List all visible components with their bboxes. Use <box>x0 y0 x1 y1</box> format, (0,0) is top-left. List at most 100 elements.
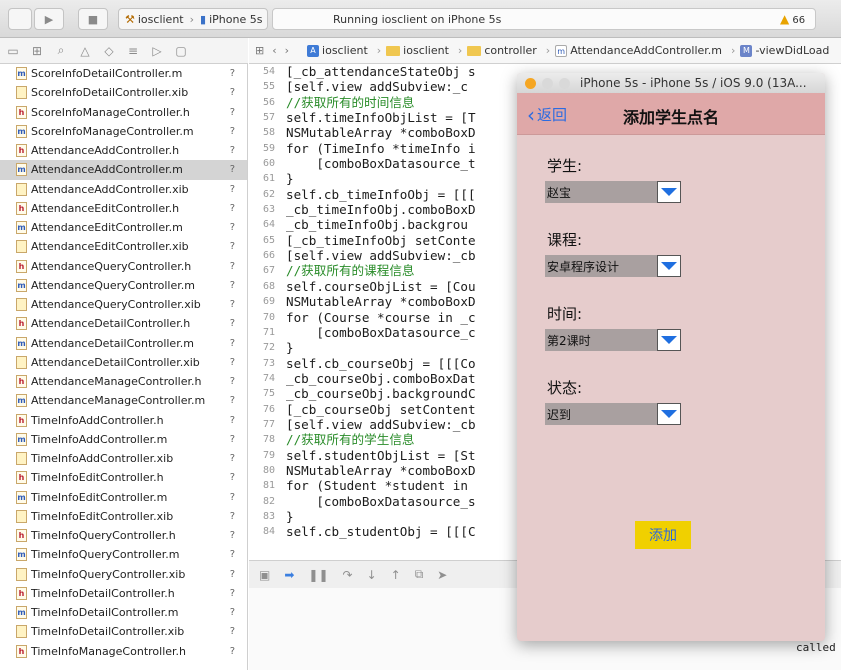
minimize-icon[interactable] <box>525 77 536 89</box>
scm-status-badge: ? <box>229 568 235 580</box>
warning-indicator[interactable]: ▲ 66 <box>780 12 805 26</box>
breakpoints-toggle-icon[interactable]: ➡ <box>284 568 294 582</box>
jumpbar-project[interactable]: iosclient <box>322 44 368 57</box>
run-button[interactable]: ▶ <box>34 8 64 30</box>
file-row[interactable]: ScoreInfoDetailController.xib? <box>0 83 247 102</box>
stop-button[interactable]: ■ <box>78 8 108 30</box>
scheme-selector[interactable]: ⚒ iosclient › ▮ iPhone 5s <box>118 8 268 30</box>
file-row[interactable]: AttendanceDetailController.xib? <box>0 353 247 372</box>
file-row[interactable]: AttendanceAddController.xib? <box>0 180 247 199</box>
scm-status-badge: ? <box>229 549 235 561</box>
file-row[interactable]: m AttendanceAddController.m? <box>0 160 247 180</box>
scm-status-badge: ? <box>229 607 235 619</box>
dropdown-arrow-icon[interactable] <box>657 181 681 203</box>
header-file-icon: h <box>16 586 27 600</box>
file-row[interactable]: h AttendanceQueryController.h? <box>0 257 247 276</box>
step-out-icon[interactable]: ↑ <box>391 568 401 582</box>
jumpbar-method[interactable]: -viewDidLoad <box>755 44 829 57</box>
pause-icon[interactable]: ❚❚ <box>308 568 328 582</box>
file-row[interactable]: h AttendanceAddController.h? <box>0 141 247 160</box>
warning-nav-icon[interactable]: △ <box>78 44 92 58</box>
file-name: AttendanceQueryController.xib <box>31 298 201 312</box>
zoom-icon[interactable] <box>542 77 553 89</box>
file-row[interactable]: AttendanceEditController.xib? <box>0 237 247 256</box>
file-row[interactable]: h AttendanceEditController.h? <box>0 199 247 218</box>
xib-file-icon <box>16 298 27 312</box>
fullscreen-icon[interactable] <box>559 77 570 89</box>
scm-status-badge: ? <box>229 68 235 80</box>
location-icon[interactable]: ➤ <box>437 568 447 582</box>
file-row[interactable]: m ScoreInfoDetailController.m? <box>0 64 247 83</box>
file-row[interactable]: h ScoreInfoManageController.h? <box>0 103 247 122</box>
file-row[interactable]: m TimeInfoQueryController.m? <box>0 545 247 564</box>
navigator-selector-bar: ▭ ⊞ ⌕ △ ◇ ≡ ▷ ▢ <box>0 38 248 64</box>
objc-file-icon: m <box>16 606 27 620</box>
file-row[interactable]: h TimeInfoAddController.h? <box>0 411 247 430</box>
file-row[interactable]: m AttendanceDetailController.m? <box>0 334 247 353</box>
dropdown-arrow-icon[interactable] <box>657 403 681 425</box>
state-combobox[interactable]: 迟到 <box>545 403 681 425</box>
file-row[interactable]: h TimeInfoManageController.h? <box>0 642 247 661</box>
scheme-device: iPhone 5s <box>209 12 263 26</box>
jumpbar-group[interactable]: iosclient <box>403 44 449 57</box>
file-row[interactable]: TimeInfoQueryController.xib? <box>0 565 247 584</box>
test-icon[interactable]: ◇ <box>102 44 116 58</box>
line-number: 55 <box>262 81 275 93</box>
back-arrow-icon[interactable]: ‹ <box>272 44 276 57</box>
file-row[interactable]: m AttendanceManageController.m? <box>0 391 247 410</box>
jumpbar-file[interactable]: AttendanceAddController.m <box>570 44 722 57</box>
forward-arrow-icon[interactable]: › <box>285 44 289 57</box>
header-file-icon: h <box>16 105 27 119</box>
folder-icon[interactable]: ▭ <box>6 44 20 58</box>
file-row[interactable]: h TimeInfoDetailController.h? <box>0 584 247 603</box>
step-into-icon[interactable]: ↓ <box>367 568 377 582</box>
file-name: TimeInfoDetailController.xib <box>31 625 185 639</box>
debug-icon[interactable]: ≡ <box>126 44 140 58</box>
time-label: 时间: <box>547 305 583 323</box>
file-row[interactable]: h TimeInfoQueryController.h? <box>0 526 247 545</box>
hide-debug-icon[interactable]: ▣ <box>259 568 270 582</box>
header-file-icon: h <box>16 413 27 427</box>
line-number: 75 <box>262 388 275 400</box>
report-icon[interactable]: ▢ <box>174 44 188 58</box>
add-button[interactable]: 添加 <box>635 521 691 549</box>
file-row[interactable]: m TimeInfoEditController.m? <box>0 488 247 507</box>
course-combobox[interactable]: 安卓程序设计 <box>545 255 681 277</box>
dropdown-arrow-icon[interactable] <box>657 255 681 277</box>
file-row[interactable]: h AttendanceManageController.h? <box>0 372 247 391</box>
view-debug-icon[interactable]: ⧉ <box>415 567 424 582</box>
scm-status-badge: ? <box>229 145 235 157</box>
file-row[interactable]: m TimeInfoDetailController.m? <box>0 603 247 622</box>
scm-status-badge: ? <box>229 183 235 195</box>
file-row[interactable]: TimeInfoAddController.xib? <box>0 449 247 468</box>
file-row[interactable]: m ScoreInfoManageController.m? <box>0 122 247 141</box>
file-row[interactable]: m AttendanceQueryController.m? <box>0 276 247 295</box>
scm-status-badge: ? <box>229 530 235 542</box>
step-over-icon[interactable]: ↷ <box>343 568 353 582</box>
grid-icon[interactable]: ⊞ <box>255 44 264 57</box>
scm-status-badge: ? <box>229 414 235 426</box>
scm-status-badge: ? <box>229 510 235 522</box>
time-combobox[interactable]: 第2课时 <box>545 329 681 351</box>
file-row[interactable]: h TimeInfoEditController.h? <box>0 468 247 487</box>
header-file-icon: h <box>16 144 27 158</box>
search-icon[interactable]: ⌕ <box>54 43 68 58</box>
file-name: ScoreInfoManageController.m <box>31 124 194 138</box>
file-row[interactable]: TimeInfoDetailController.xib? <box>0 622 247 641</box>
xib-file-icon <box>16 509 27 523</box>
scm-status-badge: ? <box>229 279 235 291</box>
file-row[interactable]: m TimeInfoAddController.m? <box>0 430 247 449</box>
line-number: 60 <box>262 158 275 170</box>
file-row[interactable]: TimeInfoEditController.xib? <box>0 507 247 526</box>
line-number: 57 <box>262 112 275 124</box>
file-row[interactable]: AttendanceQueryController.xib? <box>0 295 247 314</box>
dropdown-arrow-icon[interactable] <box>657 329 681 351</box>
jumpbar-folder[interactable]: controller <box>484 44 536 57</box>
student-combobox[interactable]: 赵宝 <box>545 181 681 203</box>
file-name: AttendanceEditController.xib <box>31 240 189 254</box>
breakpoint-icon[interactable]: ▷ <box>150 44 164 58</box>
file-row[interactable]: h AttendanceDetailController.h? <box>0 314 247 333</box>
hierarchy-icon[interactable]: ⊞ <box>30 44 44 58</box>
file-row[interactable]: m AttendanceEditController.m? <box>0 218 247 237</box>
file-name: TimeInfoManageController.h <box>31 644 186 658</box>
